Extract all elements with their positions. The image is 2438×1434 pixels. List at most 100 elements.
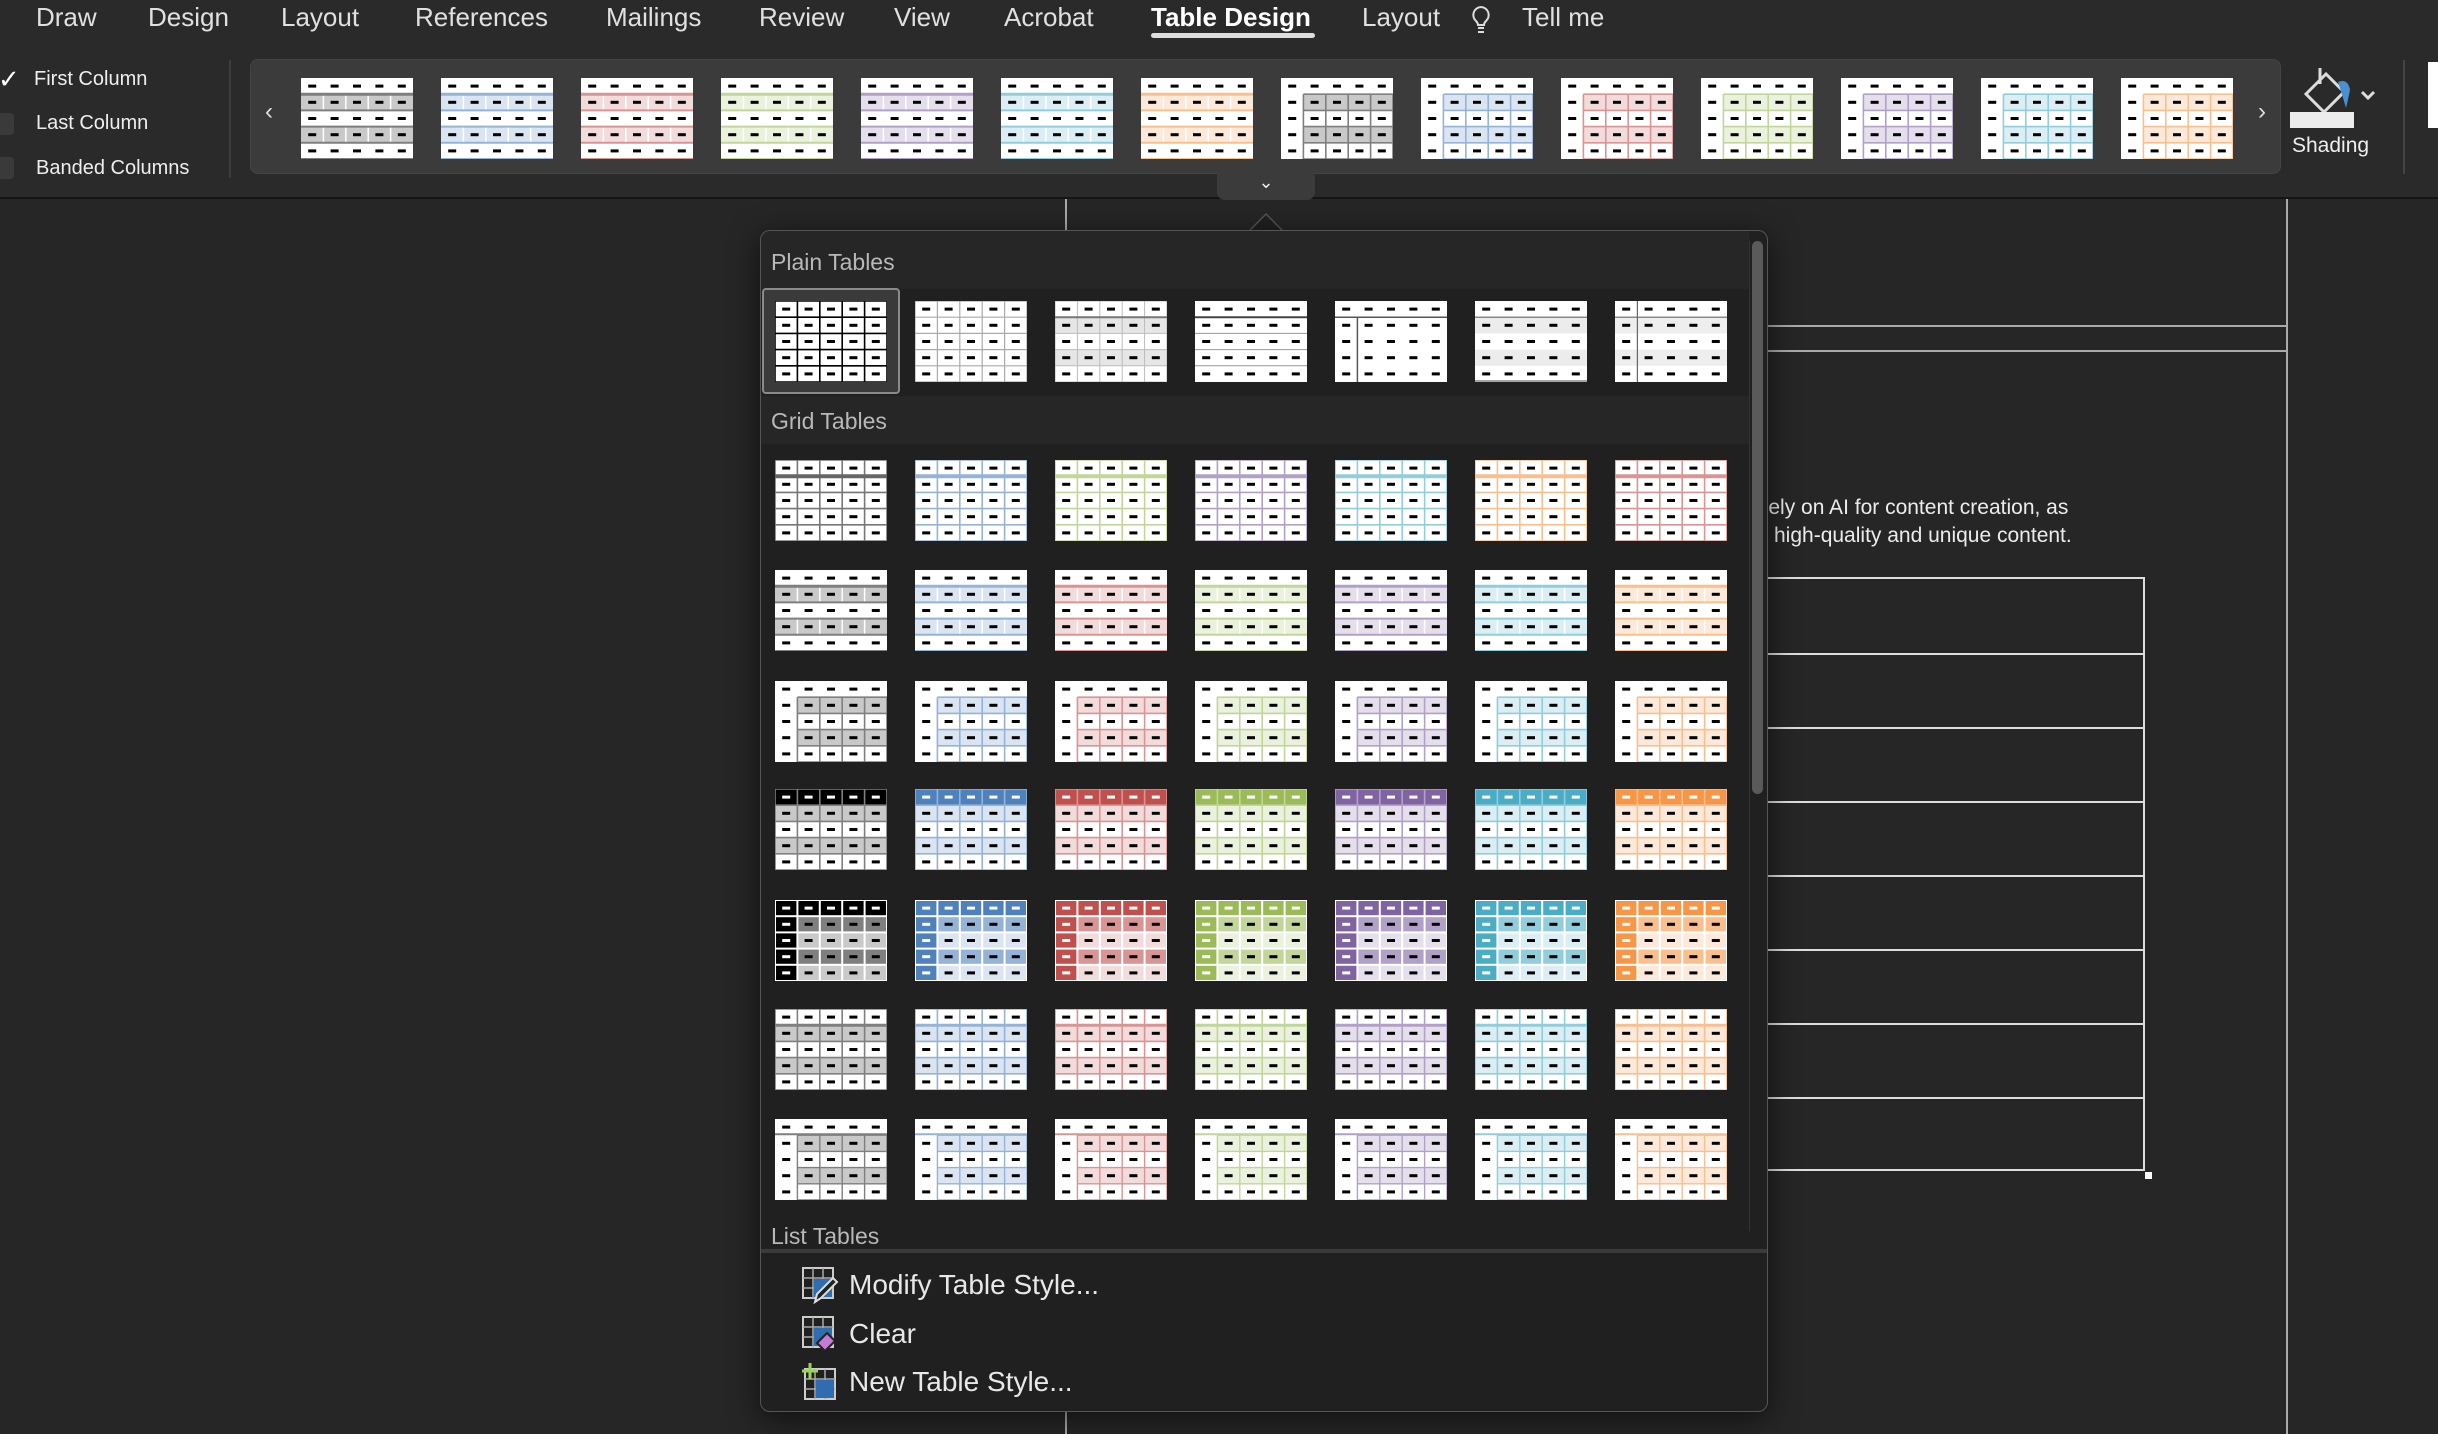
plain-table-style[interactable] <box>1615 301 1727 382</box>
grid-table-style[interactable] <box>775 1119 888 1201</box>
tab-references[interactable]: References <box>415 2 548 33</box>
grid-table-style[interactable] <box>1335 1119 1448 1201</box>
grid-table-style[interactable] <box>1055 681 1168 763</box>
plain-table-style[interactable] <box>1054 300 1168 383</box>
table-style-thumbnail[interactable] <box>441 78 553 160</box>
grid-table-style[interactable] <box>1054 1008 1168 1091</box>
table-style-thumbnail[interactable] <box>2121 78 2234 160</box>
grid-table-style[interactable] <box>1194 459 1308 542</box>
grid-table-style[interactable] <box>914 459 1028 542</box>
grid-table-style[interactable] <box>1614 1008 1728 1091</box>
tab-layout[interactable]: Layout <box>1362 2 1440 33</box>
table-style-thumbnail[interactable] <box>861 78 973 160</box>
page-edge <box>1700 350 2286 352</box>
grid-table-style[interactable] <box>914 1008 1028 1091</box>
grid-table-style[interactable] <box>1615 570 1727 652</box>
grid-table-style[interactable] <box>1055 570 1167 652</box>
grid-table-style[interactable] <box>1334 459 1448 542</box>
checkbox-label: Banded Columns <box>36 156 190 179</box>
tab-acrobat[interactable]: Acrobat <box>1004 2 1094 33</box>
grid-table-style[interactable] <box>1194 1008 1308 1091</box>
grid-table-style[interactable] <box>1194 788 1308 871</box>
table-style-thumbnail[interactable] <box>721 78 833 160</box>
plain-table-style[interactable] <box>1195 301 1307 382</box>
tab-layout[interactable]: Layout <box>281 2 359 33</box>
table-style-thumbnail[interactable] <box>1981 78 2094 160</box>
grid-table-style[interactable] <box>1195 1119 1308 1201</box>
checkbox-box <box>0 157 14 179</box>
tab-table-design[interactable]: Table Design <box>1151 2 1311 33</box>
next-group-thumbnail[interactable] <box>2428 62 2438 128</box>
grid-table-style[interactable] <box>1475 681 1588 763</box>
table-style-thumbnail[interactable] <box>1561 78 1674 160</box>
grid-table-style[interactable] <box>1335 681 1448 763</box>
table-styles-list[interactable]: Plain Tables Grid Tables List Tables <box>761 231 1767 1251</box>
table-style-thumbnail[interactable] <box>1841 78 1954 160</box>
plain-table-style[interactable] <box>1475 301 1587 382</box>
grid-table-style[interactable] <box>1195 570 1307 652</box>
table-style-thumbnail[interactable] <box>301 78 413 160</box>
grid-table-style[interactable] <box>1195 900 1307 981</box>
grid-table-style[interactable] <box>1054 459 1168 542</box>
grid-table-style[interactable] <box>1334 788 1448 871</box>
grid-table-style[interactable] <box>1335 570 1447 652</box>
menu-item-clear[interactable]: Clear <box>801 1312 916 1356</box>
grid-table-style[interactable] <box>1474 1008 1588 1091</box>
plain-table-style[interactable] <box>774 300 888 383</box>
grid-table-style[interactable] <box>1615 681 1728 763</box>
grid-table-style[interactable] <box>1475 900 1587 981</box>
tab-draw[interactable]: Draw <box>36 2 97 33</box>
grid-table-style[interactable] <box>1615 1119 1728 1201</box>
plain-table-style[interactable] <box>1335 301 1447 382</box>
checkbox-first-column[interactable]: ✓ First Column <box>0 64 147 94</box>
grid-table-style[interactable] <box>1614 459 1728 542</box>
grid-table-style[interactable] <box>1474 459 1588 542</box>
grid-table-style[interactable] <box>774 459 888 542</box>
table-style-thumbnail[interactable] <box>1281 78 1394 160</box>
grid-table-style[interactable] <box>1474 788 1588 871</box>
gallery-prev-button[interactable]: ‹ <box>265 98 273 126</box>
table-style-thumbnail[interactable] <box>581 78 693 160</box>
tab-review[interactable]: Review <box>759 2 844 33</box>
table-style-thumbnail[interactable] <box>1701 78 1814 160</box>
checkbox-last-column[interactable]: Last Column <box>0 109 148 139</box>
grid-table-style[interactable] <box>915 570 1027 652</box>
grid-table-style[interactable] <box>915 681 1028 763</box>
scrollbar[interactable] <box>1749 241 1764 1231</box>
grid-table-style[interactable] <box>915 1119 1028 1201</box>
tell-me-search[interactable]: Tell me <box>1522 2 1604 33</box>
gallery-next-button[interactable]: › <box>2258 98 2266 126</box>
table-resize-handle[interactable] <box>2145 1172 2152 1179</box>
tab-view[interactable]: View <box>894 2 950 33</box>
grid-table-style[interactable] <box>1475 570 1587 652</box>
table-style-thumbnail[interactable] <box>1421 78 1534 160</box>
grid-table-style[interactable] <box>775 900 887 981</box>
table-style-thumbnail[interactable] <box>1001 78 1113 160</box>
grid-table-style[interactable] <box>915 900 1027 981</box>
grid-table-style[interactable] <box>1475 1119 1588 1201</box>
plain-table-style[interactable] <box>914 300 1028 383</box>
grid-table-style[interactable] <box>1054 788 1168 871</box>
grid-table-style[interactable] <box>1334 1008 1448 1091</box>
checkbox-banded-columns[interactable]: Banded Columns <box>0 153 189 183</box>
gallery-expand-button[interactable]: ⌄ <box>1217 172 1315 200</box>
grid-table-style[interactable] <box>1614 788 1728 871</box>
menu-item-modify-table-style[interactable]: Modify Table Style... <box>801 1263 1099 1307</box>
grid-table-style[interactable] <box>774 1008 888 1091</box>
grid-table-style[interactable] <box>1055 1119 1168 1201</box>
document-text[interactable]: olely on AI for content creation, as hig… <box>1752 494 2072 550</box>
table-style-thumbnail[interactable] <box>1141 78 1253 160</box>
grid-table-style[interactable] <box>1615 900 1727 981</box>
grid-table-style[interactable] <box>1055 900 1167 981</box>
grid-table-style[interactable] <box>774 788 888 871</box>
grid-table-style[interactable] <box>775 681 888 763</box>
scrollbar-thumb[interactable] <box>1752 241 1763 794</box>
shading-button[interactable]: Shading <box>2286 58 2396 168</box>
grid-table-style[interactable] <box>1195 681 1308 763</box>
tab-mailings[interactable]: Mailings <box>606 2 701 33</box>
tab-design[interactable]: Design <box>148 2 229 33</box>
menu-item-new-table-style[interactable]: New Table Style... <box>801 1360 1073 1404</box>
grid-table-style[interactable] <box>775 570 887 652</box>
grid-table-style[interactable] <box>1335 900 1447 981</box>
grid-table-style[interactable] <box>914 788 1028 871</box>
